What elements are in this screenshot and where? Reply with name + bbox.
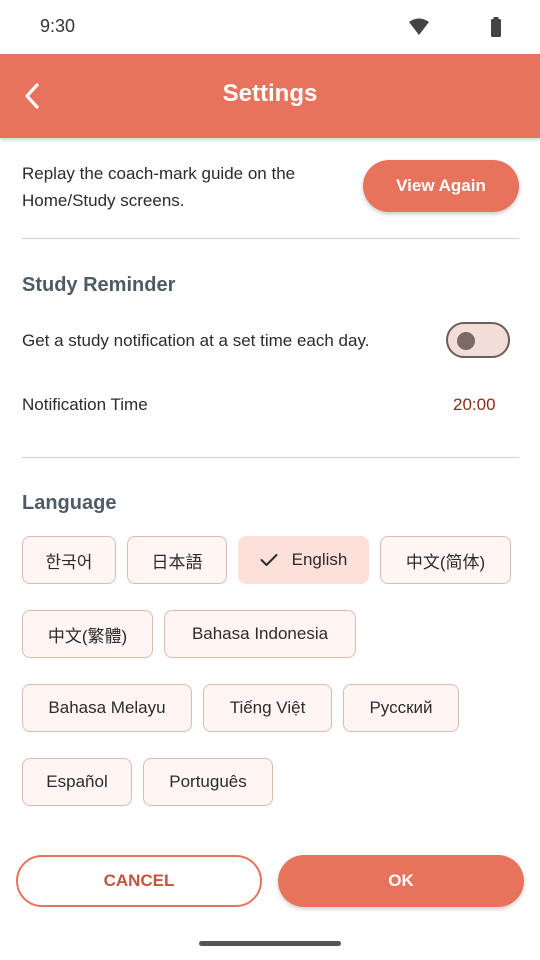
notification-time-label: Notification Time (22, 395, 148, 414)
cancel-button[interactable]: CANCEL (16, 855, 262, 907)
divider (22, 457, 519, 458)
reminder-description: Get a study notification at a set time e… (22, 331, 370, 350)
chip-label: Português (169, 772, 247, 791)
chip-label: 中文(简体) (405, 552, 486, 572)
language-chip-chinese-traditional[interactable]: 中文(繁體) (22, 610, 153, 658)
language-chip-russian[interactable]: Русский (343, 684, 459, 732)
language-chip-chinese-simplified[interactable]: 中文(简体) (380, 536, 511, 584)
gesture-navigation-bar[interactable] (199, 941, 341, 946)
language-chip-vietnamese[interactable]: Tiếng Việt (203, 684, 332, 732)
language-chip-malay[interactable]: Bahasa Melayu (22, 684, 192, 732)
guide-description: Replay the coach-mark guide on the Home/… (22, 164, 296, 210)
view-again-button[interactable]: View Again (363, 160, 519, 212)
chip-label: 한국어 (45, 552, 93, 572)
wifi-icon (409, 18, 429, 35)
chip-label: Bahasa Melayu (48, 698, 166, 717)
language-chip-indonesian[interactable]: Bahasa Indonesia (164, 610, 356, 658)
toggle-knob (457, 332, 475, 350)
study-reminder-title: Study Reminder (22, 274, 176, 296)
battery-icon (491, 17, 501, 37)
settings-content[interactable]: Replay the coach-mark guide on the Home/… (0, 138, 540, 830)
app-bar: Settings (0, 54, 540, 138)
chip-label: Tiếng Việt (229, 698, 306, 717)
chip-label: 中文(繁體) (47, 626, 128, 646)
chip-label: 日本語 (151, 552, 203, 572)
notification-time-value[interactable]: 20:00 (453, 395, 496, 415)
language-chip-spanish[interactable]: Español (22, 758, 132, 806)
language-chip-japanese[interactable]: 日本語 (127, 536, 227, 584)
chip-label: Español (46, 772, 108, 791)
chip-label: Русский (369, 698, 433, 717)
ok-button[interactable]: OK (278, 855, 524, 907)
check-icon (260, 554, 278, 566)
study-reminder-toggle[interactable] (446, 322, 510, 358)
language-chip-portuguese[interactable]: Português (143, 758, 273, 806)
status-time: 9:30 (40, 16, 76, 36)
chip-label: English (291, 550, 348, 569)
status-bar: 9:30 (0, 0, 540, 54)
language-chip-english[interactable]: English (238, 536, 369, 584)
language-chip-korean[interactable]: 한국어 (22, 536, 116, 584)
chip-label: Bahasa Indonesia (191, 624, 329, 643)
language-title: Language (22, 492, 117, 514)
page-title: Settings (222, 80, 318, 107)
divider (22, 238, 519, 239)
